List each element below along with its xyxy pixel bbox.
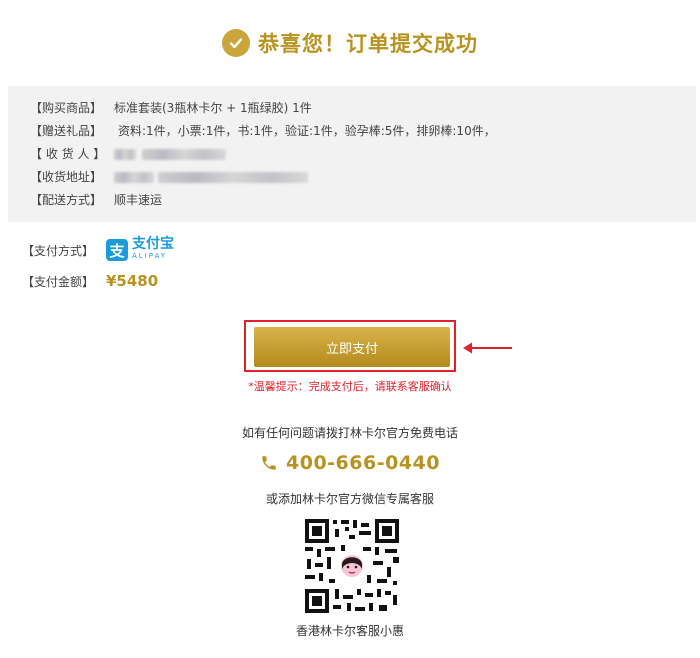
alipay-name: 支付宝 <box>132 236 174 252</box>
gift-value: 资料:1件，小票:1件，书:1件，验证:1件，验孕棒:5件，排卵棒:10件， <box>118 124 496 138</box>
payment-method-label: 【支付方式】 <box>22 243 95 258</box>
product-row: 【购买商品】 标准套装(3瓶林卡尔 + 1瓶绿胶) 1件 <box>30 100 312 116</box>
gift-label: 【赠送礼品】 <box>30 124 103 138</box>
alipay-option[interactable]: 支 支付宝 ALIPAY <box>106 236 174 262</box>
phone-icon <box>262 456 276 470</box>
product-value: 标准套装(3瓶林卡尔 + 1瓶绿胶) 1件 <box>114 101 312 115</box>
address-part1-blurred <box>114 172 154 183</box>
product-label: 【购买商品】 <box>30 101 103 115</box>
address-row: 【收货地址】 <box>30 169 308 185</box>
alipay-brand: 支付宝 ALIPAY <box>132 236 174 262</box>
payment-amount-value: ¥5480 <box>106 272 159 290</box>
arrow-left-icon <box>463 342 512 354</box>
qr-code-icon[interactable] <box>303 517 401 615</box>
pay-now-button[interactable]: 立即支付 <box>254 327 450 367</box>
page-title: 恭喜您！订单提交成功 <box>258 32 478 56</box>
receiver-name-blurred <box>114 149 136 160</box>
qr-caption: 香港林卡尔客服小惠 <box>295 624 404 638</box>
address-label: 【收货地址】 <box>30 170 103 184</box>
order-summary: 【购买商品】 标准套装(3瓶林卡尔 + 1瓶绿胶) 1件 【赠送礼品】 资料:1… <box>8 86 696 222</box>
check-circle-icon <box>222 29 250 57</box>
address-part2-blurred <box>158 172 308 183</box>
gift-row: 【赠送礼品】 资料:1件，小票:1件，书:1件，验证:1件，验孕棒:5件，排卵棒… <box>30 123 496 139</box>
alipay-english: ALIPAY <box>132 252 168 260</box>
delivery-label: 【配送方式】 <box>30 193 103 207</box>
payment-method-row: 【支付方式】 支 支付宝 ALIPAY <box>22 236 174 262</box>
receiver-label: 【 收 货 人 】 <box>30 147 106 161</box>
payment-amount-label: 【支付金额】 <box>22 274 95 289</box>
payment-amount-row: 【支付金额】 ¥5480 <box>22 272 158 290</box>
payment-tip: *温馨提示：完成支付后，请联系客服确认 <box>248 380 452 393</box>
success-header: 恭喜您！订单提交成功 <box>0 28 700 58</box>
wechat-text: 或添加林卡尔官方微信专属客服 <box>265 492 434 506</box>
delivery-row: 【配送方式】 顺丰速运 <box>30 192 162 208</box>
hotline: 400-666-0440 <box>0 452 700 474</box>
delivery-value: 顺丰速运 <box>114 193 163 207</box>
receiver-row: 【 收 货 人 】 <box>30 146 226 162</box>
receiver-phone-blurred <box>142 149 226 160</box>
contact-question: 如有任何问题请拨打林卡尔官方免费电话 <box>241 426 458 440</box>
alipay-logo-icon: 支 <box>106 239 128 261</box>
hotline-number[interactable]: 400-666-0440 <box>286 452 440 474</box>
